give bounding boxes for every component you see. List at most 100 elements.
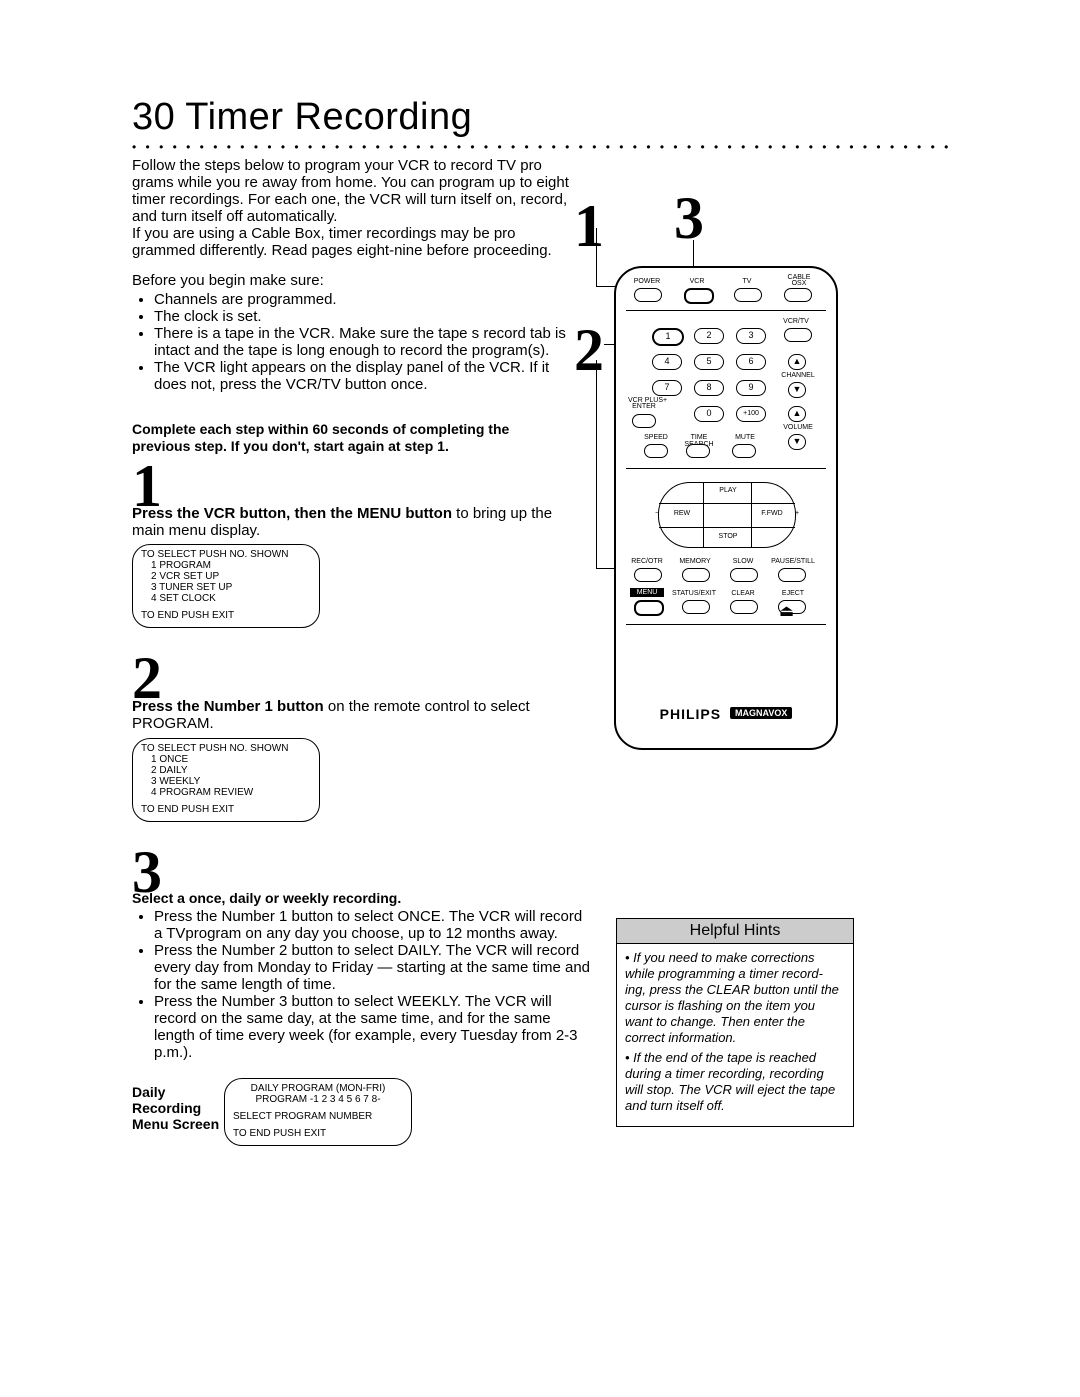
num-5-button: 5 — [694, 354, 724, 370]
hints-item: If the end of the tape is reached during… — [625, 1050, 845, 1114]
helpful-hints-box: Helpful Hints If you need to make correc… — [616, 918, 854, 1127]
intro-p2: If you are using a Cable Box, timer reco… — [132, 225, 552, 259]
num-6-button: 6 — [736, 354, 766, 370]
complete-warning: Complete each step within 60 seconds of … — [132, 421, 562, 455]
pause-button-icon — [778, 568, 806, 582]
eject-button-icon: ⏏ — [778, 600, 806, 614]
remote-label-speed: SPEED — [642, 434, 670, 441]
step-2-strong: Press the Number 1 button — [132, 698, 324, 715]
num-7-button: 7 — [652, 380, 682, 396]
prereq-item: Channels are programmed. — [154, 291, 572, 308]
osd3-l3: SELECT PROGRAM NUMBER — [233, 1111, 403, 1122]
intro-p1: Follow the steps below to program your V… — [132, 157, 569, 225]
osd2-item: 4 PROGRAM REVIEW — [151, 787, 311, 798]
remote-label-slow: SLOW — [728, 558, 758, 565]
remote-label-power: POWER — [632, 278, 662, 285]
osd2-item: 1 ONCE — [151, 754, 311, 765]
step-1-strong: Press the VCR button, then the MENU butt… — [132, 505, 452, 522]
osd3-l4: TO END PUSH EXIT — [233, 1128, 403, 1139]
lead-line — [596, 360, 597, 568]
osd1-item: 1 PROGRAM — [151, 560, 311, 571]
remote-label-volume: VOLUME — [776, 424, 820, 431]
remote-label-vcrplus: VCR PLUS+ ENTER — [628, 398, 660, 410]
osd2-title: TO SELECT PUSH NO. SHOWN — [141, 743, 311, 754]
plus100-button: +100 — [736, 406, 766, 422]
step-3-head: Select a once, daily or weekly recording… — [132, 890, 572, 906]
title-text: Timer Recording — [185, 96, 472, 138]
prereq-item: The clock is set. — [154, 308, 572, 325]
osd1-title: TO SELECT PUSH NO. SHOWN — [141, 549, 311, 560]
remote-label-menu: MENU — [630, 588, 664, 597]
power-button-icon — [634, 288, 662, 302]
page-number: 30 — [132, 96, 175, 138]
num-9-button: 9 — [736, 380, 766, 396]
channel-up-icon: ▲ — [788, 354, 806, 370]
remote-label-pause: PAUSE/STILL — [770, 558, 816, 565]
num-1-button: 1 — [652, 328, 684, 346]
remote-label-tv: TV — [732, 278, 762, 285]
status-button-icon — [682, 600, 710, 614]
manual-page: 30Timer Recording • • • • • • • • • • • … — [0, 0, 1080, 1397]
clear-button-icon — [730, 600, 758, 614]
remote-label-status: STATUS/EXIT — [670, 590, 718, 597]
osd3-l1: DAILY PROGRAM (MON-FRI) — [233, 1083, 403, 1094]
osd1-item: 4 SET CLOCK — [151, 593, 311, 604]
transport-ring: PLAY − REW F.FWD + STOP — [658, 482, 796, 548]
lead-line — [596, 228, 597, 286]
rew-label: REW — [667, 510, 697, 517]
osd3-l2: PROGRAM -1 2 3 4 5 6 7 8- — [233, 1094, 403, 1105]
step-3-list: Press the Number 1 button to select ONCE… — [132, 906, 592, 1061]
num-4-button: 4 — [652, 354, 682, 370]
osd1-footer: TO END PUSH EXIT — [141, 610, 311, 621]
remote-illustration: POWER VCR TV CABLE OSX 1 2 3 4 5 6 7 8 9… — [614, 266, 838, 750]
menu-button-icon — [634, 600, 664, 616]
osd-menu-daily: DAILY PROGRAM (MON-FRI) PROGRAM -1 2 3 4… — [224, 1078, 412, 1146]
step-1-text: Press the VCR button, then the MENU butt… — [132, 505, 562, 539]
num-3-button: 3 — [736, 328, 766, 344]
speed-button-icon — [644, 444, 668, 458]
osd1-item: 2 VCR SET UP — [151, 571, 311, 582]
vcrplus-button-icon — [632, 414, 656, 428]
stop-label: STOP — [713, 533, 743, 540]
brand-philips: PHILIPS — [660, 706, 721, 722]
prereq-lead: Before you begin make sure: — [132, 272, 324, 289]
remote-label-eject: EJECT — [776, 590, 810, 597]
recotr-button-icon — [634, 568, 662, 582]
hints-item: If you need to make corrections while pr… — [625, 950, 845, 1046]
step-2-text: Press the Number 1 button on the remote … — [132, 698, 562, 732]
num-0-button: 0 — [694, 406, 724, 422]
mute-button-icon — [732, 444, 756, 458]
prereq-item: There is a tape in the VCR. Make sure th… — [154, 325, 572, 359]
callout-2: 2 — [574, 320, 604, 380]
osd-menu-2: TO SELECT PUSH NO. SHOWN 1 ONCE 2 DAILY … — [132, 738, 320, 822]
dotted-rule: • • • • • • • • • • • • • • • • • • • • … — [132, 140, 958, 154]
minus-label: − — [651, 510, 663, 517]
prerequisites: Before you begin make sure: Channels are… — [132, 272, 572, 393]
vcrtv-button-icon — [784, 328, 812, 342]
timesearch-button-icon — [686, 444, 710, 458]
num-8-button: 8 — [694, 380, 724, 396]
slow-button-icon — [730, 568, 758, 582]
osd2-item: 2 DAILY — [151, 765, 311, 776]
remote-label-vcr: VCR — [682, 278, 712, 285]
step-3-item: Press the Number 3 button to select WEEK… — [154, 993, 592, 1061]
plus-label: + — [791, 510, 803, 517]
cable-button-icon — [784, 288, 812, 302]
ffwd-label: F.FWD — [757, 510, 787, 517]
channel-down-icon: ▼ — [788, 382, 806, 398]
osd1-item: 3 TUNER SET UP — [151, 582, 311, 593]
callout-3: 3 — [674, 188, 704, 248]
remote-divider — [626, 624, 826, 625]
remote-label-cable: CABLE OSX — [782, 275, 816, 287]
remote-divider — [626, 468, 826, 469]
brand-magnavox: MAGNAVOX — [730, 707, 792, 719]
osd-menu-1: TO SELECT PUSH NO. SHOWN 1 PROGRAM 2 VCR… — [132, 544, 320, 628]
osd2-item: 3 WEEKLY — [151, 776, 311, 787]
remote-label-mute: MUTE — [730, 434, 760, 441]
intro-text: Follow the steps below to program your V… — [132, 157, 572, 259]
hints-heading: Helpful Hints — [617, 919, 853, 944]
volume-up-icon: ▲ — [788, 406, 806, 422]
brand-row: PHILIPS MAGNAVOX — [616, 706, 836, 722]
num-2-button: 2 — [694, 328, 724, 344]
remote-label-clear: CLEAR — [728, 590, 758, 597]
